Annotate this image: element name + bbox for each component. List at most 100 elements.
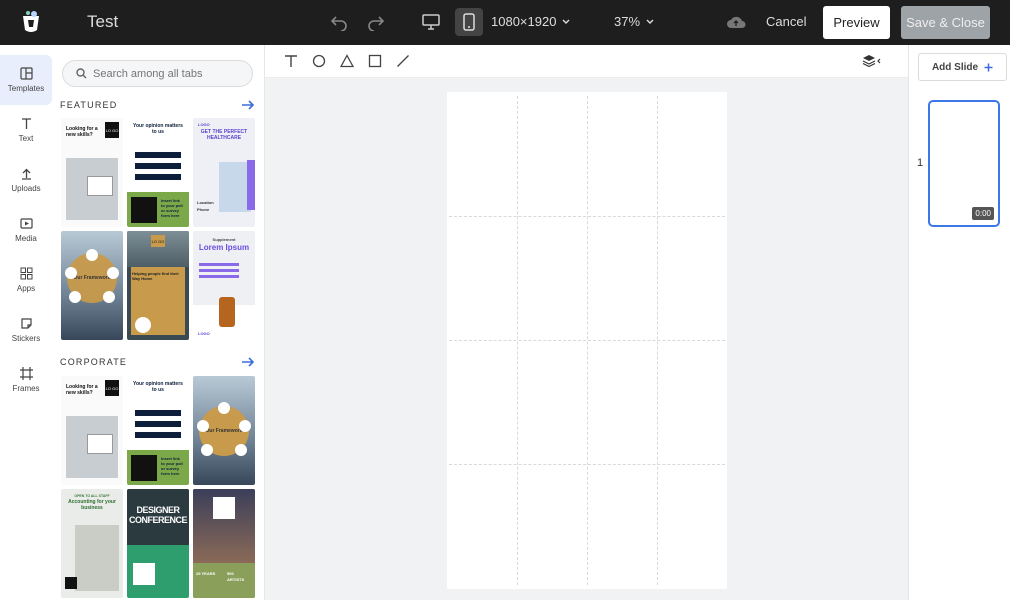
template-heading: Your opinion matters to us	[133, 381, 183, 393]
template-thumbnail[interactable]: Looking for a new skills? LO GO	[61, 118, 123, 227]
template-thumbnail[interactable]: Your opinion matters to us Insert link t…	[127, 118, 189, 227]
rail-label: Apps	[16, 284, 36, 293]
canvas-workspace	[265, 78, 908, 600]
framework-node	[235, 444, 247, 456]
rail-label: Templates	[7, 84, 45, 93]
arrow-right-icon[interactable]	[241, 100, 255, 110]
framework-node	[197, 420, 209, 432]
more-options-icon[interactable]: ⋮	[1005, 157, 1010, 171]
media-icon	[19, 218, 33, 229]
rail-item-uploads[interactable]: Uploads	[0, 155, 52, 205]
template-heading: Helping people find their Way Home	[132, 271, 179, 281]
rail-item-text[interactable]: Text	[0, 105, 52, 155]
template-logo: LO GO	[151, 235, 165, 247]
rail-item-templates[interactable]: Templates	[0, 55, 52, 105]
section-title: CORPORATE	[60, 357, 128, 367]
template-thumbnail[interactable]: LOGO GET THE PERFECT HEALTHCARE Location…	[193, 118, 255, 227]
chevron-down-icon	[562, 19, 570, 24]
stat-2: 500 ARTISTS	[227, 571, 245, 582]
framework-node	[239, 420, 251, 432]
canvas-size-dropdown[interactable]: 1080×1920	[491, 14, 570, 29]
layers-icon[interactable]	[862, 54, 884, 68]
apps-icon	[20, 267, 32, 280]
triangle-tool-icon[interactable]	[340, 54, 354, 68]
qr-code-icon	[65, 577, 77, 589]
undo-icon[interactable]	[328, 11, 350, 33]
qr-code-icon	[131, 455, 157, 481]
template-logo: LO GO	[105, 380, 119, 396]
form-field	[135, 432, 181, 438]
template-heading: Accounting for your business	[68, 499, 116, 511]
preview-button[interactable]: Preview	[823, 6, 890, 39]
zoom-dropdown[interactable]: 37%	[614, 14, 654, 29]
cancel-button[interactable]: Cancel	[766, 14, 806, 29]
qr-code-icon	[213, 497, 235, 519]
template-heading: GET THE PERFECT HEALTHCARE	[200, 129, 248, 141]
text-icon	[21, 118, 31, 129]
add-slide-label: Add Slide	[931, 61, 979, 73]
featured-templates-grid: Looking for a new skills? LO GO Your opi…	[61, 118, 255, 340]
cloud-save-icon	[725, 11, 747, 33]
app-logo-icon[interactable]	[20, 10, 42, 34]
qr-code-icon	[131, 197, 157, 223]
slide-number: 1	[917, 157, 924, 169]
form-field	[135, 410, 181, 416]
template-thumbnail[interactable]: Our Framework	[193, 376, 255, 485]
rail-label: Frames	[12, 384, 40, 393]
form-field	[135, 174, 181, 180]
template-thumbnail[interactable]: Supplement Lorem Ipsum LOGO	[193, 231, 255, 340]
framework-node	[86, 249, 98, 261]
add-slide-button[interactable]: Add Slide	[918, 53, 1007, 81]
template-thumbnail[interactable]: Looking for a new skills? LO GO	[61, 376, 123, 485]
circle-tool-icon[interactable]	[312, 54, 326, 68]
rail-label: Text	[18, 134, 34, 143]
form-field	[135, 421, 181, 427]
desktop-view-icon[interactable]	[420, 11, 442, 33]
templates-icon	[19, 67, 33, 80]
template-thumbnail[interactable]: OPEN TO ALL STAFF Accounting for your bu…	[61, 489, 123, 598]
template-thumbnail[interactable]: LO GO Helping people find their Way Home	[127, 231, 189, 340]
template-footer: LOGO	[198, 331, 210, 336]
text-tool-icon[interactable]	[284, 54, 298, 68]
rail-item-stickers[interactable]: Stickers	[0, 305, 52, 355]
line-tool-icon[interactable]	[396, 54, 410, 68]
template-logo: LOGO	[198, 122, 210, 127]
rail-label: Media	[15, 234, 37, 243]
office-photo	[75, 525, 119, 591]
save-and-close-button[interactable]: Save & Close	[901, 6, 990, 39]
clock-icon	[135, 317, 151, 333]
arrow-right-icon[interactable]	[241, 357, 255, 367]
sticker-icon	[20, 318, 32, 329]
search-box[interactable]	[62, 60, 253, 87]
rail-item-media[interactable]: Media	[0, 205, 52, 255]
qr-code-icon	[133, 563, 155, 585]
rail-label: Stickers	[11, 334, 41, 343]
template-phone: Phone	[197, 207, 210, 212]
artboard[interactable]	[447, 92, 727, 589]
bullet-line	[199, 275, 239, 278]
template-cta: Insert link to your poll or survey form …	[161, 198, 183, 218]
template-thumbnail[interactable]: Our Framework	[61, 231, 123, 340]
section-title: FEATURED	[60, 100, 118, 110]
mobile-view-icon[interactable]	[455, 8, 483, 36]
shape-toolbar	[265, 45, 908, 78]
template-thumbnail[interactable]: Your opinion matters to us Insert link t…	[127, 376, 189, 485]
form-field	[135, 152, 181, 158]
template-logo: LO GO	[105, 122, 119, 138]
app-root: Test 1080×1920 37% Cancel Preview Save &…	[0, 0, 1010, 600]
redo-icon[interactable]	[365, 11, 387, 33]
grid-guide-horizontal	[449, 340, 725, 341]
search-input[interactable]	[93, 67, 243, 80]
template-thumbnail[interactable]: 25 YEARS 500 ARTISTS	[193, 489, 255, 598]
document-title[interactable]: Test	[87, 12, 118, 32]
rail-item-frames[interactable]: Frames	[0, 355, 52, 405]
rectangle-tool-icon[interactable]	[368, 54, 382, 68]
section-header-featured: FEATURED	[60, 100, 255, 110]
zoom-value: 37%	[614, 14, 641, 29]
template-thumbnail[interactable]: DESIGNER CONFERENCE	[127, 489, 189, 598]
slide-thumbnail[interactable]: 0:00	[928, 100, 1000, 227]
slide-duration-badge: 0:00	[972, 207, 994, 220]
rail-item-apps[interactable]: Apps	[0, 255, 52, 305]
template-heading: Lorem Ipsum	[198, 243, 250, 252]
bullet-line	[199, 269, 239, 272]
